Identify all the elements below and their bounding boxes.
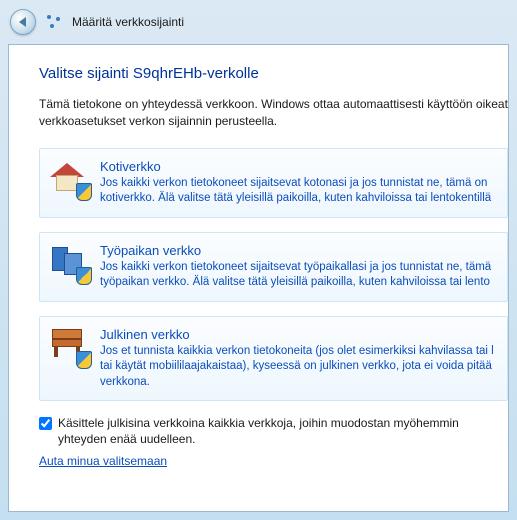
office-icon xyxy=(50,243,88,281)
option-work-network[interactable]: Työpaikan verkko Jos kaikki verkon tieto… xyxy=(39,232,508,302)
titlebar: Määritä verkkosijainti xyxy=(0,0,517,44)
option-work-desc: Jos kaikki verkon tietokoneet sijaitseva… xyxy=(100,260,497,291)
option-work-title: Työpaikan verkko xyxy=(100,243,497,258)
back-arrow-icon xyxy=(19,17,26,27)
treat-future-networks-label: Käsittele julkisina verkkoina kaikkia ve… xyxy=(58,415,508,447)
help-me-choose-link[interactable]: Auta minua valitsemaan xyxy=(39,454,167,468)
network-location-icon xyxy=(46,14,62,30)
option-public-desc: Jos et tunnista kaikkia verkon tietokone… xyxy=(100,344,497,391)
page-heading: Valitse sijainti S9qhrEHb-verkolle xyxy=(39,65,508,82)
window-title: Määritä verkkosijainti xyxy=(72,15,184,29)
treat-future-networks-row: Käsittele julkisina verkkoina kaikkia ve… xyxy=(39,415,508,447)
option-home-title: Kotiverkko xyxy=(100,159,497,174)
content-panel: Valitse sijainti S9qhrEHb-verkolle Tämä … xyxy=(8,44,509,512)
home-icon xyxy=(50,159,88,197)
page-intro: Tämä tietokone on yhteydessä verkkoon. W… xyxy=(39,96,508,130)
bench-icon xyxy=(50,327,88,365)
option-home-desc: Jos kaikki verkon tietokoneet sijaitseva… xyxy=(100,176,497,207)
back-button[interactable] xyxy=(10,9,36,35)
option-home-network[interactable]: Kotiverkko Jos kaikki verkon tietokoneet… xyxy=(39,148,508,218)
treat-future-networks-checkbox[interactable] xyxy=(39,417,52,430)
option-public-title: Julkinen verkko xyxy=(100,327,497,342)
option-public-network[interactable]: Julkinen verkko Jos et tunnista kaikkia … xyxy=(39,316,508,402)
